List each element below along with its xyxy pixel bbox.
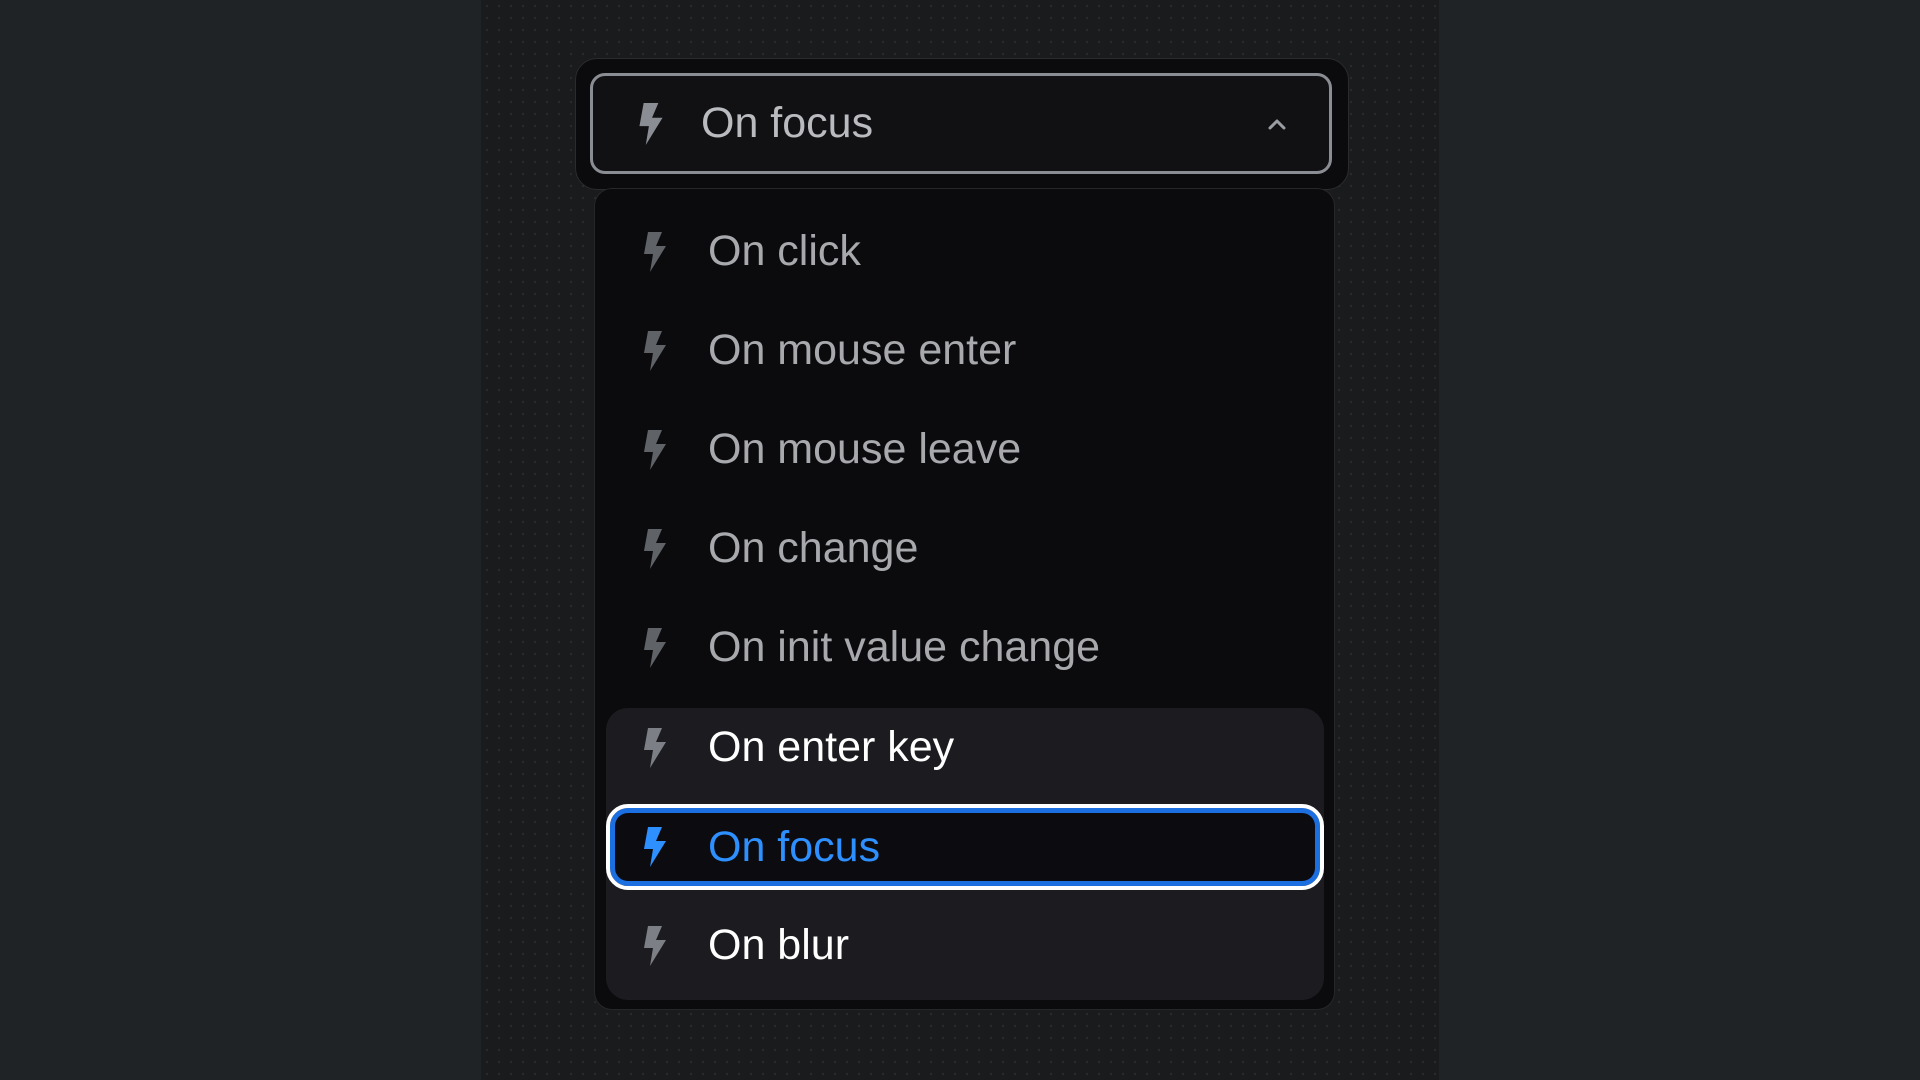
option-on-enter-key[interactable]: On enter key xyxy=(606,700,1324,795)
option-on-mouse-enter[interactable]: On mouse enter xyxy=(606,303,1324,398)
chevron-up-icon xyxy=(1268,119,1286,129)
option-on-click[interactable]: On click xyxy=(606,204,1324,299)
app-window: On focus On click On mouse enter On mous… xyxy=(0,0,1920,1080)
event-dropdown-trigger[interactable]: On focus xyxy=(590,73,1332,174)
lightning-bolt-icon xyxy=(644,627,666,668)
option-label: On mouse enter xyxy=(708,326,1017,374)
option-label: On mouse leave xyxy=(708,425,1022,473)
lightning-bolt-icon xyxy=(644,231,666,272)
selected-event-label: On focus xyxy=(701,99,874,147)
lightning-bolt-icon xyxy=(644,330,666,371)
lightning-bolt-icon xyxy=(644,727,666,768)
lightning-bolt-icon xyxy=(644,827,666,867)
option-label: On focus xyxy=(708,822,881,871)
lightning-bolt-icon xyxy=(644,429,666,470)
option-on-mouse-leave[interactable]: On mouse leave xyxy=(606,402,1324,497)
option-label: On click xyxy=(708,227,861,275)
option-on-init-value-change[interactable]: On init value change xyxy=(606,600,1324,695)
option-label: On init value change xyxy=(708,623,1101,671)
option-on-change[interactable]: On change xyxy=(606,501,1324,596)
option-on-focus-selected[interactable]: On focus xyxy=(606,804,1324,890)
option-on-blur[interactable]: On blur xyxy=(606,898,1324,993)
lightning-bolt-icon xyxy=(644,925,666,966)
option-label: On blur xyxy=(708,921,850,969)
option-label: On enter key xyxy=(708,723,955,771)
lightning-bolt-icon xyxy=(639,102,663,145)
option-label: On change xyxy=(708,524,919,572)
lightning-bolt-icon xyxy=(644,528,666,569)
